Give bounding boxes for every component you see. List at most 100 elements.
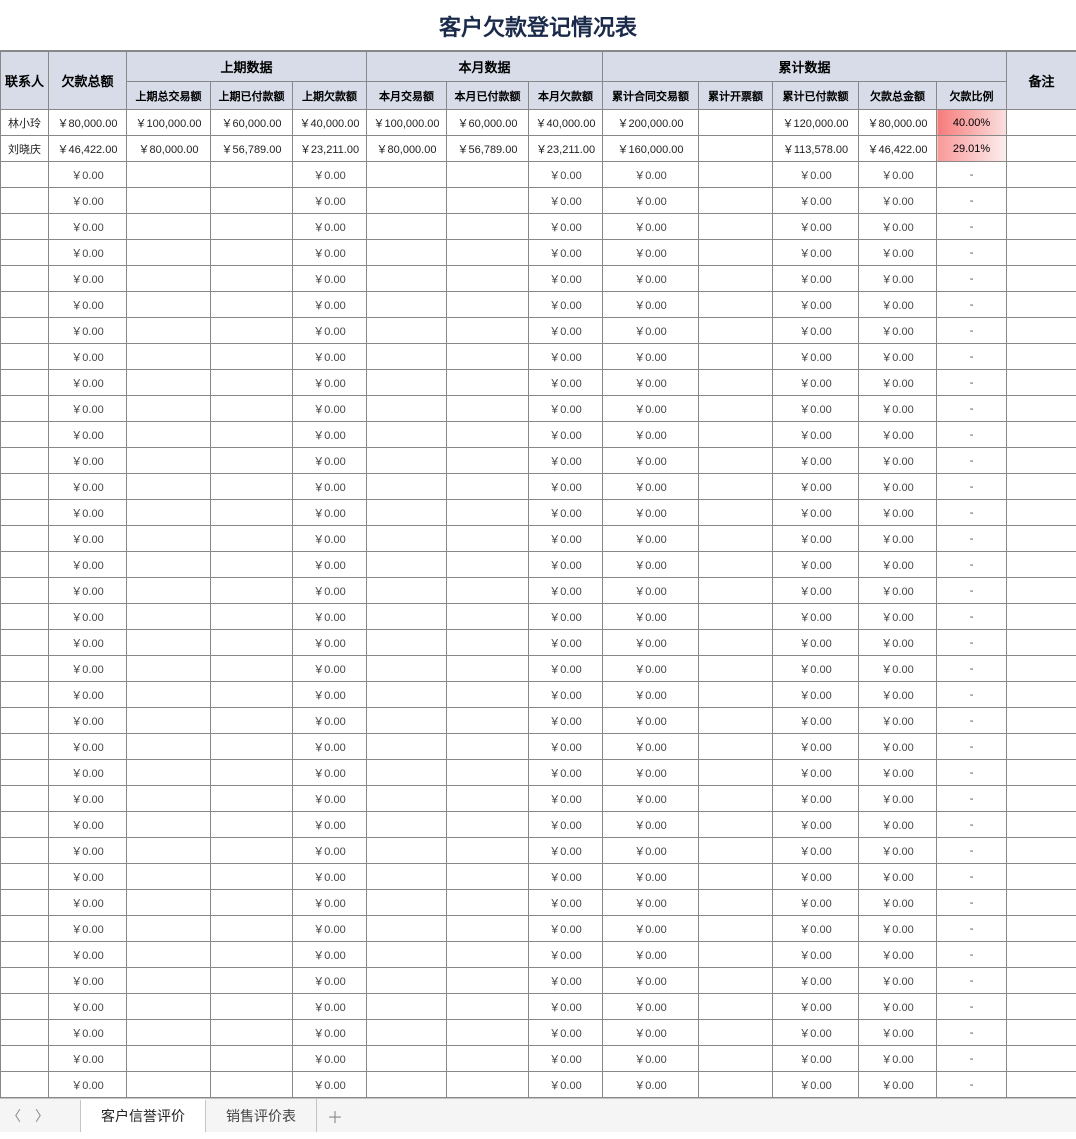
- cell-prev_debt[interactable]: ￥0.00: [293, 344, 367, 370]
- cell-month_paid[interactable]: [447, 604, 529, 630]
- cell-contact[interactable]: [1, 474, 49, 500]
- cell-remark[interactable]: [1007, 708, 1076, 734]
- cell-accum_paid[interactable]: ￥0.00: [773, 604, 859, 630]
- cell-accum_invoice[interactable]: [699, 682, 773, 708]
- cell-debt_ratio[interactable]: -: [937, 552, 1007, 578]
- cell-debt_ratio[interactable]: -: [937, 448, 1007, 474]
- table-row[interactable]: ￥0.00￥0.00￥0.00￥0.00￥0.00￥0.00-: [1, 552, 1076, 578]
- cell-prev_trans[interactable]: [127, 188, 211, 214]
- cell-accum_invoice[interactable]: [699, 890, 773, 916]
- cell-prev_paid[interactable]: [211, 760, 293, 786]
- cell-total_debt[interactable]: ￥0.00: [49, 630, 127, 656]
- cell-prev_trans[interactable]: [127, 1072, 211, 1098]
- cell-contact[interactable]: [1, 942, 49, 968]
- table-row[interactable]: ￥0.00￥0.00￥0.00￥0.00￥0.00￥0.00-: [1, 656, 1076, 682]
- cell-accum_invoice[interactable]: [699, 240, 773, 266]
- cell-prev_paid[interactable]: [211, 864, 293, 890]
- cell-accum_paid[interactable]: ￥0.00: [773, 968, 859, 994]
- table-row[interactable]: ￥0.00￥0.00￥0.00￥0.00￥0.00￥0.00-: [1, 396, 1076, 422]
- cell-accum_paid[interactable]: ￥0.00: [773, 344, 859, 370]
- cell-month_trans[interactable]: [367, 370, 447, 396]
- cell-month_paid[interactable]: [447, 630, 529, 656]
- cell-contact[interactable]: [1, 812, 49, 838]
- cell-prev_trans[interactable]: ￥80,000.00: [127, 136, 211, 162]
- table-row[interactable]: ￥0.00￥0.00￥0.00￥0.00￥0.00￥0.00-: [1, 474, 1076, 500]
- cell-accum_contract[interactable]: ￥0.00: [603, 370, 699, 396]
- table-row[interactable]: ￥0.00￥0.00￥0.00￥0.00￥0.00￥0.00-: [1, 1072, 1076, 1098]
- cell-total_debt[interactable]: ￥0.00: [49, 448, 127, 474]
- cell-prev_paid[interactable]: [211, 994, 293, 1020]
- table-row[interactable]: ￥0.00￥0.00￥0.00￥0.00￥0.00￥0.00-: [1, 786, 1076, 812]
- cell-debt_ratio[interactable]: -: [937, 708, 1007, 734]
- cell-month_debt[interactable]: ￥0.00: [529, 578, 603, 604]
- cell-remark[interactable]: [1007, 786, 1076, 812]
- cell-contact[interactable]: [1, 578, 49, 604]
- cell-contact[interactable]: [1, 1020, 49, 1046]
- cell-accum_debt[interactable]: ￥0.00: [859, 422, 937, 448]
- table-row[interactable]: ￥0.00￥0.00￥0.00￥0.00￥0.00￥0.00-: [1, 526, 1076, 552]
- cell-accum_contract[interactable]: ￥0.00: [603, 708, 699, 734]
- cell-accum_invoice[interactable]: [699, 266, 773, 292]
- cell-month_paid[interactable]: [447, 890, 529, 916]
- cell-prev_paid[interactable]: [211, 188, 293, 214]
- cell-month_trans[interactable]: [367, 240, 447, 266]
- table-row[interactable]: ￥0.00￥0.00￥0.00￥0.00￥0.00￥0.00-: [1, 188, 1076, 214]
- cell-month_trans[interactable]: [367, 630, 447, 656]
- cell-prev_debt[interactable]: ￥0.00: [293, 916, 367, 942]
- cell-prev_debt[interactable]: ￥0.00: [293, 1020, 367, 1046]
- cell-accum_contract[interactable]: ￥0.00: [603, 734, 699, 760]
- cell-prev_trans[interactable]: [127, 370, 211, 396]
- cell-contact[interactable]: [1, 630, 49, 656]
- cell-debt_ratio[interactable]: -: [937, 838, 1007, 864]
- table-row[interactable]: ￥0.00￥0.00￥0.00￥0.00￥0.00￥0.00-: [1, 1046, 1076, 1072]
- cell-accum_debt[interactable]: ￥0.00: [859, 292, 937, 318]
- cell-prev_trans[interactable]: [127, 526, 211, 552]
- table-row[interactable]: ￥0.00￥0.00￥0.00￥0.00￥0.00￥0.00-: [1, 240, 1076, 266]
- cell-debt_ratio[interactable]: -: [937, 1072, 1007, 1098]
- cell-month_debt[interactable]: ￥0.00: [529, 656, 603, 682]
- cell-remark[interactable]: [1007, 1072, 1076, 1098]
- cell-contact[interactable]: [1, 890, 49, 916]
- cell-accum_paid[interactable]: ￥0.00: [773, 942, 859, 968]
- cell-debt_ratio[interactable]: -: [937, 968, 1007, 994]
- cell-prev_paid[interactable]: [211, 474, 293, 500]
- cell-remark[interactable]: [1007, 656, 1076, 682]
- cell-accum_debt[interactable]: ￥0.00: [859, 1072, 937, 1098]
- cell-prev_debt[interactable]: ￥0.00: [293, 1072, 367, 1098]
- table-row[interactable]: ￥0.00￥0.00￥0.00￥0.00￥0.00￥0.00-: [1, 994, 1076, 1020]
- cell-month_paid[interactable]: [447, 422, 529, 448]
- cell-remark[interactable]: [1007, 1046, 1076, 1072]
- cell-accum_invoice[interactable]: [699, 604, 773, 630]
- cell-remark[interactable]: [1007, 1020, 1076, 1046]
- cell-prev_trans[interactable]: [127, 1046, 211, 1072]
- cell-accum_contract[interactable]: ￥0.00: [603, 1072, 699, 1098]
- cell-accum_invoice[interactable]: [699, 370, 773, 396]
- cell-accum_debt[interactable]: ￥0.00: [859, 630, 937, 656]
- cell-month_paid[interactable]: [447, 838, 529, 864]
- cell-debt_ratio[interactable]: -: [937, 240, 1007, 266]
- cell-contact[interactable]: [1, 968, 49, 994]
- cell-prev_debt[interactable]: ￥0.00: [293, 214, 367, 240]
- cell-month_trans[interactable]: [367, 422, 447, 448]
- cell-month_trans[interactable]: [367, 500, 447, 526]
- cell-month_debt[interactable]: ￥23,211.00: [529, 136, 603, 162]
- sheet-next-button[interactable]: 〉: [28, 1106, 56, 1126]
- cell-prev_trans[interactable]: [127, 552, 211, 578]
- cell-contact[interactable]: [1, 1072, 49, 1098]
- cell-accum_contract[interactable]: ￥0.00: [603, 760, 699, 786]
- table-row[interactable]: ￥0.00￥0.00￥0.00￥0.00￥0.00￥0.00-: [1, 162, 1076, 188]
- cell-accum_invoice[interactable]: [699, 448, 773, 474]
- cell-remark[interactable]: [1007, 812, 1076, 838]
- cell-prev_paid[interactable]: [211, 604, 293, 630]
- cell-total_debt[interactable]: ￥0.00: [49, 240, 127, 266]
- cell-debt_ratio[interactable]: 40.00%: [937, 110, 1007, 136]
- cell-accum_contract[interactable]: ￥200,000.00: [603, 110, 699, 136]
- cell-accum_invoice[interactable]: [699, 578, 773, 604]
- cell-remark[interactable]: [1007, 318, 1076, 344]
- cell-month_paid[interactable]: ￥56,789.00: [447, 136, 529, 162]
- cell-prev_debt[interactable]: ￥0.00: [293, 760, 367, 786]
- cell-debt_ratio[interactable]: -: [937, 734, 1007, 760]
- cell-accum_invoice[interactable]: [699, 188, 773, 214]
- cell-accum_paid[interactable]: ￥0.00: [773, 812, 859, 838]
- cell-debt_ratio[interactable]: -: [937, 630, 1007, 656]
